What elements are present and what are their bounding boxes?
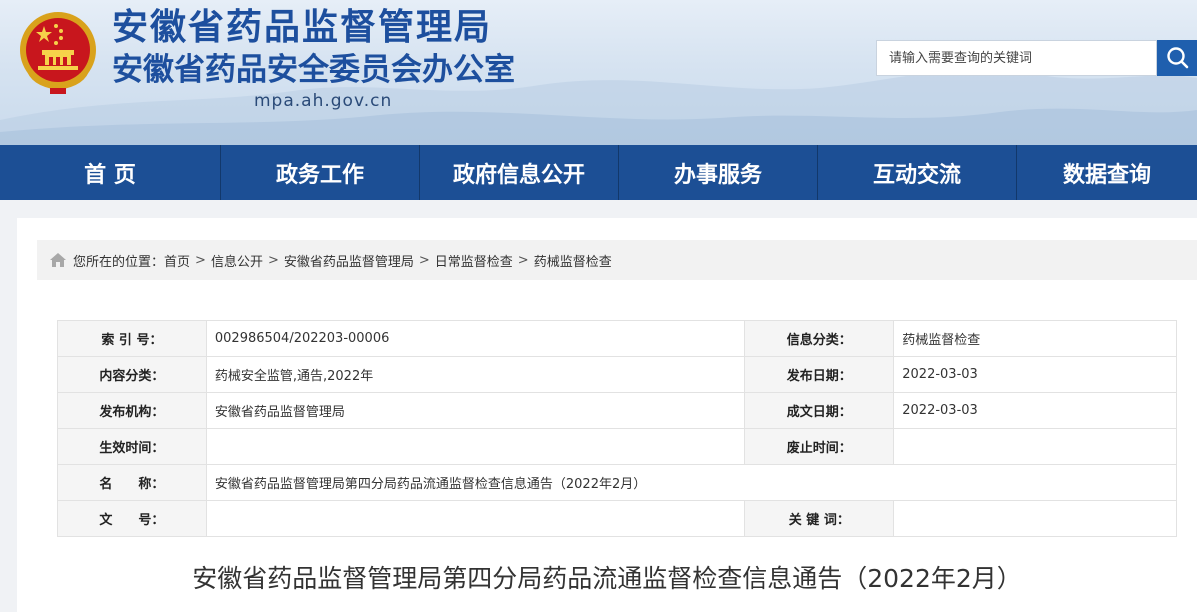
breadcrumb-link-routine-inspection[interactable]: 日常监督检查 — [435, 251, 513, 270]
publish-date-label: 发布日期： — [744, 356, 895, 393]
table-row: 生效时间： 废止时间： — [57, 428, 1177, 465]
breadcrumb-separator: > — [517, 252, 529, 268]
created-date-label: 成文日期： — [744, 392, 895, 429]
site-title: 安徽省药品监督管理局 — [112, 7, 493, 48]
breadcrumb-prefix: 您所在的位置： — [73, 254, 165, 270]
breadcrumb-link-home[interactable]: 首页 — [164, 251, 190, 270]
breadcrumb-separator: > — [267, 252, 279, 268]
table-row: 文 号： 关 键 词： — [57, 500, 1177, 537]
nav-item-home[interactable]: 首 页 — [0, 145, 221, 200]
site-header: 安徽省药品监督管理局 安徽省药品安全委员会办公室 mpa.ah.gov.cn — [0, 0, 1197, 145]
content-category-value: 药械安全监管,通告,2022年 — [205, 356, 746, 393]
doc-number-value — [205, 500, 746, 537]
info-category-label: 信息分类： — [744, 320, 895, 357]
publisher-value: 安徽省药品监督管理局 — [205, 392, 746, 429]
keywords-value — [893, 500, 1177, 537]
publisher-label: 发布机构： — [57, 392, 207, 429]
abolish-time-value — [893, 428, 1177, 465]
nav-item-government-work[interactable]: 政务工作 — [221, 145, 420, 200]
breadcrumb-separator: > — [195, 252, 206, 268]
index-label: 索 引 号： — [57, 320, 207, 357]
content-category-label: 内容分类： — [57, 356, 207, 393]
breadcrumb: 您所在的位置： 首页 > 信息公开 > 安徽省药品监督管理局 > 日常监督检查 … — [37, 240, 1197, 280]
created-date-value: 2022-03-03 — [893, 392, 1177, 429]
info-category-value: 药械监督检查 — [893, 320, 1177, 357]
home-icon — [50, 253, 66, 267]
table-row: 名 称： 安徽省药品监督管理局第四分局药品流通监督检查信息通告（2022年2月） — [57, 464, 1178, 501]
nav-item-data-query[interactable]: 数据查询 — [1017, 145, 1197, 200]
effective-time-value — [205, 428, 746, 465]
breadcrumb-link-info-disclosure[interactable]: 信息公开 — [211, 251, 263, 270]
breadcrumb-link-bureau[interactable]: 安徽省药品监督管理局 — [284, 251, 414, 270]
national-emblem-icon — [20, 12, 96, 94]
search-icon — [1167, 47, 1189, 69]
breadcrumb-link-device-inspection[interactable]: 药械监督检查 — [534, 251, 612, 270]
table-row: 内容分类： 药械安全监管,通告,2022年 发布日期： 2022-03-03 — [57, 356, 1177, 393]
nav-item-interaction[interactable]: 互动交流 — [818, 145, 1017, 200]
search-input[interactable] — [877, 41, 1156, 75]
nav-item-info-disclosure[interactable]: 政府信息公开 — [420, 145, 619, 200]
abolish-time-label: 废止时间： — [744, 428, 895, 465]
effective-time-label: 生效时间： — [57, 428, 207, 465]
keywords-label: 关 键 词： — [744, 500, 895, 537]
doc-number-label: 文 号： — [57, 500, 207, 537]
article-title: 安徽省药品监督管理局第四分局药品流通监督检查信息通告（2022年2月） — [192, 564, 1022, 593]
name-value: 安徽省药品监督管理局第四分局药品流通监督检查信息通告（2022年2月） — [205, 464, 1178, 501]
index-value: 002986504/202203-00006 — [205, 320, 746, 357]
site-domain: mpa.ah.gov.cn — [254, 91, 393, 111]
document-metadata-table: 索 引 号： 002986504/202203-00006 信息分类： 药械监督… — [57, 320, 1178, 537]
main-content: 您所在的位置： 首页 > 信息公开 > 安徽省药品监督管理局 > 日常监督检查 … — [17, 218, 1197, 612]
table-row: 发布机构： 安徽省药品监督管理局 成文日期： 2022-03-03 — [57, 392, 1177, 429]
search-box — [876, 40, 1157, 76]
name-label: 名 称： — [57, 464, 207, 501]
search-button[interactable] — [1157, 40, 1197, 76]
publish-date-value: 2022-03-03 — [893, 356, 1177, 393]
nav-item-services[interactable]: 办事服务 — [619, 145, 818, 200]
main-nav: 首 页 政务工作 政府信息公开 办事服务 互动交流 数据查询 — [0, 145, 1197, 200]
breadcrumb-separator: > — [418, 252, 430, 268]
table-row: 索 引 号： 002986504/202203-00006 信息分类： 药械监督… — [57, 320, 1177, 357]
site-subtitle: 安徽省药品安全委员会办公室 — [112, 52, 515, 88]
